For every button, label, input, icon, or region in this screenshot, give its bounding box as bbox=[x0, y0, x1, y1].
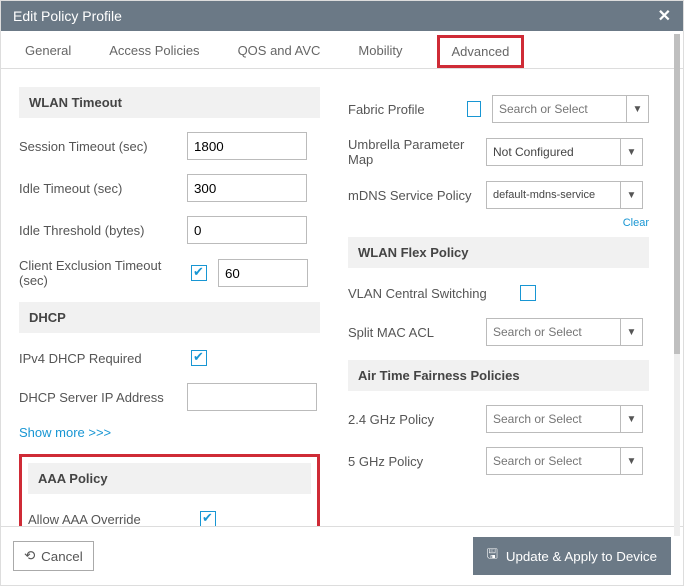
ipv4-dhcp-checkbox[interactable] bbox=[191, 350, 207, 366]
fabric-profile-label: Fabric Profile bbox=[348, 102, 455, 117]
cancel-button-label: Cancel bbox=[41, 549, 83, 564]
tab-general[interactable]: General bbox=[21, 35, 75, 68]
save-icon: 🖫 bbox=[487, 545, 498, 567]
umbrella-select[interactable] bbox=[486, 138, 621, 166]
umbrella-label: Umbrella Parameter Map bbox=[348, 137, 478, 167]
24ghz-label: 2.4 GHz Policy bbox=[348, 412, 478, 427]
client-exclusion-label: Client Exclusion Timeout (sec) bbox=[19, 258, 179, 288]
tab-access-policies[interactable]: Access Policies bbox=[105, 35, 203, 68]
idle-threshold-input[interactable] bbox=[187, 216, 307, 244]
session-timeout-input[interactable] bbox=[187, 132, 307, 160]
tab-mobility[interactable]: Mobility bbox=[354, 35, 406, 68]
fabric-profile-select[interactable] bbox=[492, 95, 627, 123]
mdns-label: mDNS Service Policy bbox=[348, 188, 478, 203]
footer: ⟲ Cancel 🖫 Update & Apply to Device bbox=[1, 526, 683, 585]
dhcp-server-label: DHCP Server IP Address bbox=[19, 390, 179, 405]
fabric-profile-dropdown-icon[interactable]: ▼ bbox=[627, 95, 649, 123]
5ghz-select[interactable] bbox=[486, 447, 621, 475]
client-exclusion-checkbox[interactable] bbox=[191, 265, 207, 281]
modal: Edit Policy Profile ✕ General Access Pol… bbox=[0, 0, 684, 586]
section-atf: Air Time Fairness Policies bbox=[348, 360, 649, 391]
5ghz-dropdown-icon[interactable]: ▼ bbox=[621, 447, 643, 475]
scrollbar-track[interactable] bbox=[674, 34, 680, 536]
tab-advanced[interactable]: Advanced bbox=[437, 35, 525, 68]
right-column: Fabric Profile ▼ Umbrella Parameter Map … bbox=[348, 79, 663, 526]
aaa-highlight-box: AAA Policy Allow AAA Override bbox=[19, 454, 320, 526]
vlan-central-checkbox[interactable] bbox=[520, 285, 536, 301]
window-title: Edit Policy Profile bbox=[13, 8, 122, 24]
aaa-override-checkbox[interactable] bbox=[200, 511, 216, 526]
close-icon[interactable]: ✕ bbox=[658, 6, 671, 26]
titlebar: Edit Policy Profile ✕ bbox=[1, 1, 683, 31]
ipv4-dhcp-label: IPv4 DHCP Required bbox=[19, 351, 179, 366]
aaa-override-label: Allow AAA Override bbox=[28, 512, 188, 527]
undo-icon: ⟲ bbox=[24, 548, 35, 564]
umbrella-dropdown-icon[interactable]: ▼ bbox=[621, 138, 643, 166]
modal-body: WLAN Timeout Session Timeout (sec) Idle … bbox=[1, 69, 683, 526]
mdns-select[interactable] bbox=[486, 181, 621, 209]
apply-button[interactable]: 🖫 Update & Apply to Device bbox=[473, 537, 672, 575]
dhcp-server-input[interactable] bbox=[187, 383, 317, 411]
split-mac-select[interactable] bbox=[486, 318, 621, 346]
split-mac-label: Split MAC ACL bbox=[348, 325, 478, 340]
session-timeout-label: Session Timeout (sec) bbox=[19, 139, 179, 154]
vlan-central-label: VLAN Central Switching bbox=[348, 286, 508, 301]
tab-qos-avc[interactable]: QOS and AVC bbox=[234, 35, 325, 68]
24ghz-dropdown-icon[interactable]: ▼ bbox=[621, 405, 643, 433]
5ghz-label: 5 GHz Policy bbox=[348, 454, 478, 469]
cancel-button[interactable]: ⟲ Cancel bbox=[13, 541, 94, 571]
scrollbar-thumb[interactable] bbox=[674, 34, 680, 354]
section-aaa: AAA Policy bbox=[28, 463, 311, 494]
idle-timeout-label: Idle Timeout (sec) bbox=[19, 181, 179, 196]
left-column: WLAN Timeout Session Timeout (sec) Idle … bbox=[9, 79, 320, 526]
apply-button-label: Update & Apply to Device bbox=[506, 549, 657, 564]
idle-threshold-label: Idle Threshold (bytes) bbox=[19, 223, 179, 238]
24ghz-select[interactable] bbox=[486, 405, 621, 433]
idle-timeout-input[interactable] bbox=[187, 174, 307, 202]
mdns-clear-link[interactable]: Clear bbox=[348, 217, 649, 229]
section-wlan-timeout: WLAN Timeout bbox=[19, 87, 320, 118]
show-more-link[interactable]: Show more >>> bbox=[19, 425, 111, 440]
split-mac-dropdown-icon[interactable]: ▼ bbox=[621, 318, 643, 346]
section-dhcp: DHCP bbox=[19, 302, 320, 333]
client-exclusion-input[interactable] bbox=[218, 259, 308, 287]
mdns-dropdown-icon[interactable]: ▼ bbox=[621, 181, 643, 209]
tab-bar: General Access Policies QOS and AVC Mobi… bbox=[1, 31, 683, 69]
section-wlan-flex: WLAN Flex Policy bbox=[348, 237, 649, 268]
fabric-profile-checkbox[interactable] bbox=[467, 101, 481, 117]
